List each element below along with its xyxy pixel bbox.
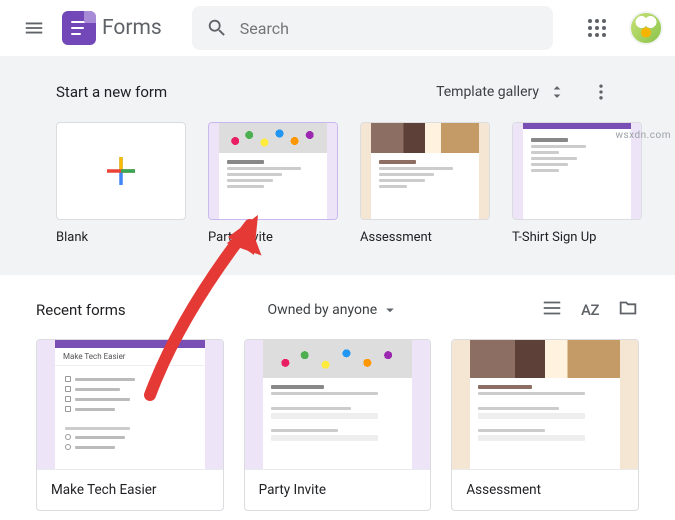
template-gallery-label: Template gallery: [436, 84, 539, 100]
template-label: Assessment: [360, 230, 490, 245]
recent-form-title: Party Invite: [245, 470, 431, 510]
template-party-invite[interactable]: Party Invite: [208, 122, 338, 245]
template-gallery-button[interactable]: Template gallery: [426, 76, 577, 108]
search-input[interactable]: [240, 19, 539, 38]
recent-row: Make Tech Easier: [36, 339, 639, 511]
template-label: Party Invite: [208, 230, 338, 245]
recent-form-card[interactable]: Party Invite: [244, 339, 432, 511]
app-name: Forms: [102, 16, 162, 40]
sort-az-button[interactable]: AZ: [581, 301, 599, 319]
template-label: T-Shirt Sign Up: [512, 230, 642, 245]
recent-forms-title: Recent forms: [36, 301, 126, 319]
hamburger-icon: [23, 17, 45, 39]
open-folder-button[interactable]: [617, 297, 639, 323]
ownership-filter-label: Owned by anyone: [268, 302, 378, 318]
list-view-button[interactable]: [541, 297, 563, 323]
start-new-form-title: Start a new form: [56, 83, 167, 101]
template-thumb: [56, 122, 186, 220]
apps-grid-icon: [588, 19, 606, 37]
template-more-button[interactable]: [583, 74, 619, 110]
recent-form-title: Make Tech Easier: [37, 470, 223, 510]
recent-thumb: [452, 340, 638, 470]
search-icon: [206, 17, 228, 39]
app-header: Forms: [0, 0, 675, 56]
recent-forms-section: Recent forms Owned by anyone AZ: [0, 275, 675, 511]
search-bar[interactable]: [192, 6, 553, 50]
recent-header: Recent forms Owned by anyone AZ: [36, 297, 639, 323]
recent-thumb: Make Tech Easier: [37, 340, 223, 470]
template-gallery-section: Start a new form Template gallery Blank: [0, 56, 675, 275]
list-icon: [541, 297, 563, 319]
more-vert-icon: [591, 82, 611, 102]
watermark-text: wsxdn.com: [615, 130, 671, 141]
recent-thumb: [245, 340, 431, 470]
template-row: Blank Party Invite: [56, 122, 619, 245]
view-controls: AZ: [541, 297, 639, 323]
folder-icon: [617, 297, 639, 319]
avatar-image: [629, 11, 663, 45]
template-header: Start a new form Template gallery: [56, 74, 619, 110]
ownership-filter-button[interactable]: Owned by anyone: [260, 297, 408, 323]
forms-logo-icon: [62, 11, 96, 45]
template-blank[interactable]: Blank: [56, 122, 186, 245]
recent-form-card[interactable]: Make Tech Easier: [36, 339, 224, 511]
template-thumb: [360, 122, 490, 220]
template-label: Blank: [56, 230, 186, 245]
app-logo-group[interactable]: Forms: [62, 11, 162, 45]
dropdown-icon: [381, 301, 399, 319]
google-apps-button[interactable]: [577, 8, 617, 48]
template-thumb: [208, 122, 338, 220]
unfold-icon: [547, 82, 567, 102]
template-assessment[interactable]: Assessment: [360, 122, 490, 245]
recent-form-card[interactable]: Assessment: [451, 339, 639, 511]
main-menu-button[interactable]: [12, 6, 56, 50]
plus-icon: [100, 150, 142, 192]
recent-form-title: Assessment: [452, 470, 638, 510]
account-avatar[interactable]: [629, 11, 663, 45]
